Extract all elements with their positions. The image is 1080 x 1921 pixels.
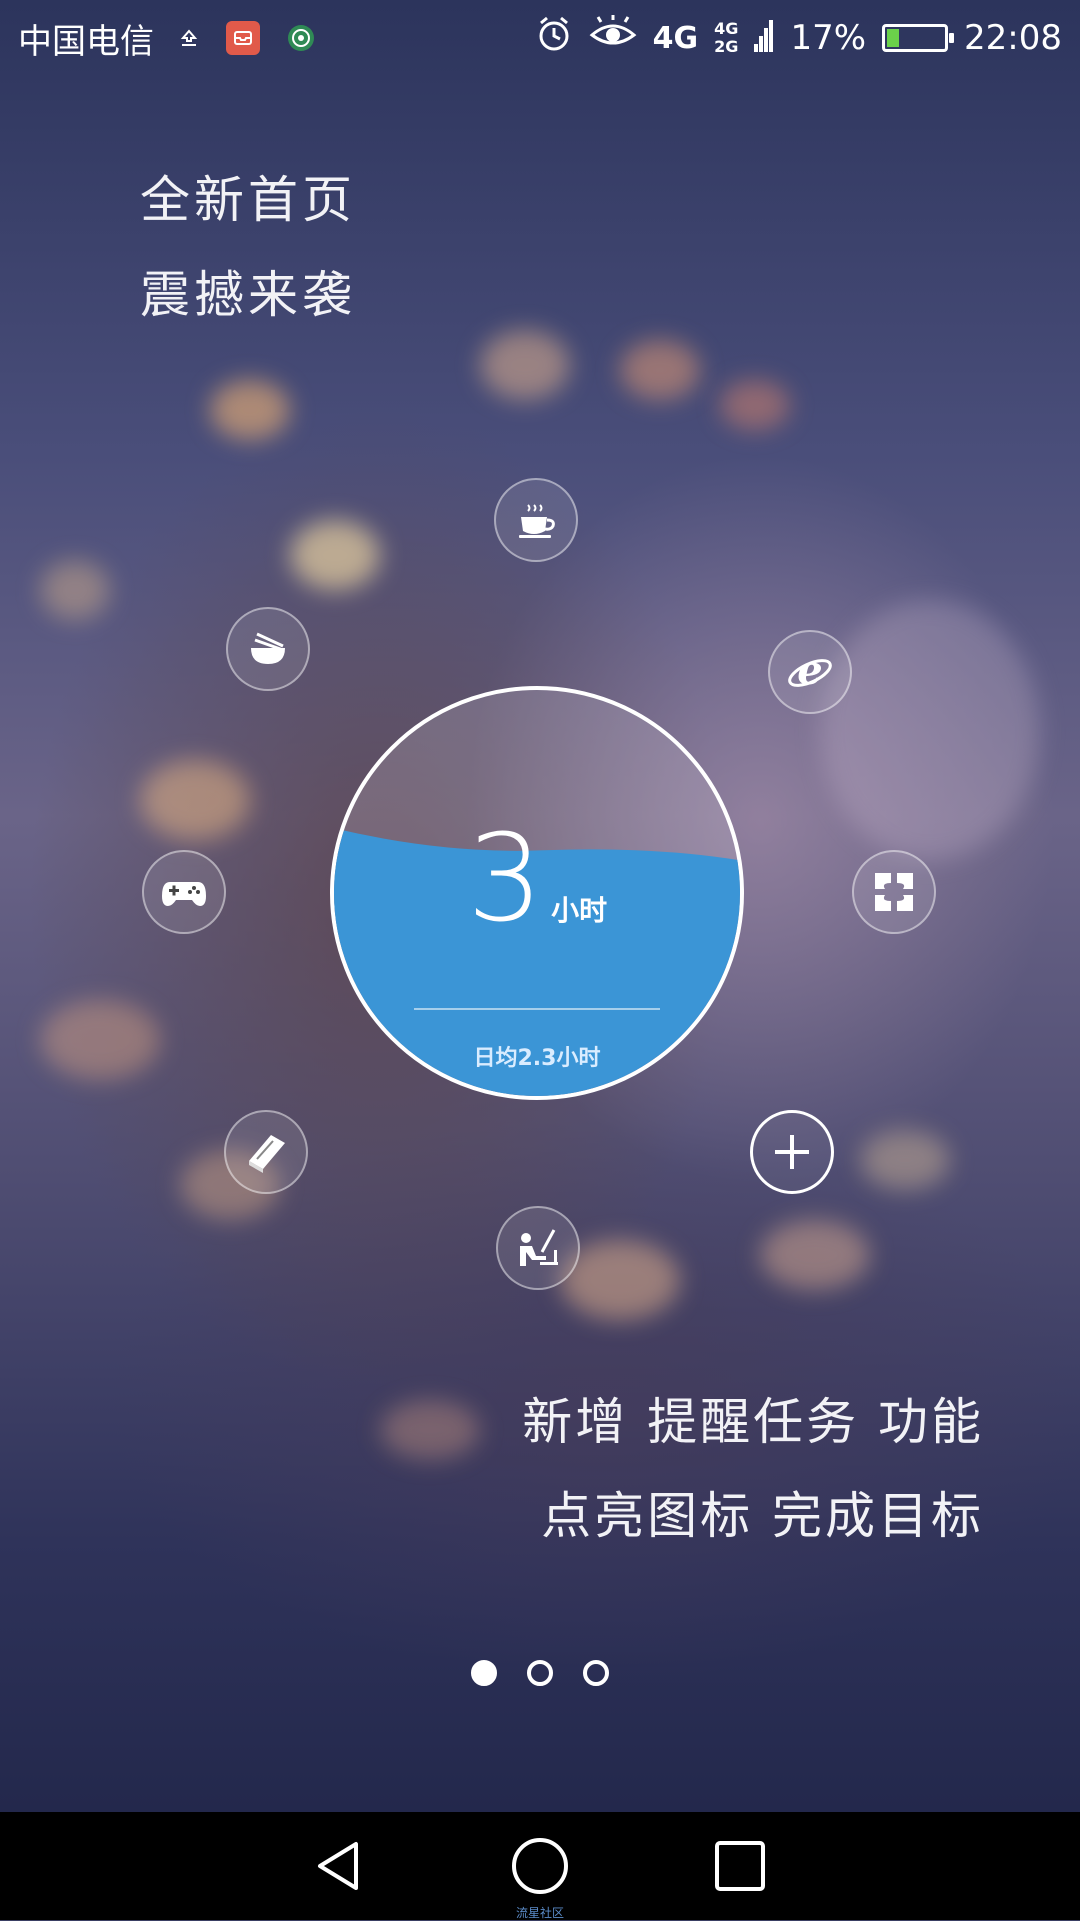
network-top-label: 4G [714, 19, 739, 38]
daily-average: 日均2.3小时 [473, 1046, 601, 1071]
battery-percent: 17% [790, 18, 867, 58]
headline-line-2: 震撼来袭 [140, 266, 356, 324]
usage-unit: 小时 [551, 894, 608, 927]
gamepad-icon[interactable] [142, 850, 226, 934]
svg-text:e: e [797, 647, 822, 694]
study-icon[interactable] [496, 1206, 580, 1290]
page-dot[interactable] [583, 1660, 609, 1686]
dual-network-indicator: 4G 2G [714, 20, 738, 56]
bokeh-light [620, 340, 700, 400]
bokeh-light [210, 380, 290, 440]
bokeh-light [40, 1000, 160, 1080]
network-4g-label: 4G [652, 20, 699, 56]
book-icon[interactable] [224, 1110, 308, 1194]
status-bar: 中国电信 4G 4G 2G 17% 22:08 [0, 0, 1080, 76]
page-dot[interactable] [527, 1660, 553, 1686]
apps-icon[interactable] [852, 850, 936, 934]
bokeh-light [480, 330, 570, 400]
upload-icon [178, 27, 200, 49]
watermark: 流星社区 [515, 1906, 564, 1920]
usage-value: 3 [466, 810, 544, 949]
bokeh-light [860, 1130, 950, 1190]
dial-divider [414, 1008, 660, 1010]
bokeh-light [40, 560, 110, 620]
battery-charging-icon [882, 24, 955, 52]
android-icon [286, 23, 316, 53]
coffee-icon[interactable] [494, 478, 578, 562]
bokeh-light [290, 520, 380, 590]
page-dot[interactable] [471, 1660, 497, 1686]
usage-dial[interactable]: 3 小时 日均2.3小时 [330, 686, 744, 1100]
bokeh-light [760, 1220, 870, 1290]
bokeh-light [140, 760, 250, 840]
bokeh-glow [820, 600, 1040, 860]
mail-app-icon [226, 21, 260, 55]
eye-icon [589, 14, 637, 62]
network-bottom-label: 2G [714, 37, 739, 56]
promo-line-1: 新增 提醒任务 功能 [522, 1393, 984, 1451]
headline-line-1: 全新首页 [140, 171, 356, 229]
noodles-icon[interactable] [226, 607, 310, 691]
promo-line-2: 点亮图标 完成目标 [541, 1487, 984, 1545]
add-icon[interactable] [750, 1110, 834, 1194]
recents-icon[interactable] [700, 1826, 780, 1906]
usage-value-group: 3 小时 [334, 810, 740, 949]
page-indicator [0, 1660, 1080, 1686]
clock: 22:08 [964, 18, 1062, 58]
home-icon[interactable] [500, 1826, 580, 1906]
browser-icon[interactable]: e [768, 630, 852, 714]
bokeh-light [380, 1400, 480, 1460]
back-icon[interactable] [300, 1826, 380, 1906]
signal-icon [754, 16, 774, 61]
carrier-label: 中国电信 [18, 21, 154, 62]
alarm-icon [535, 15, 573, 62]
bokeh-light [720, 380, 790, 430]
